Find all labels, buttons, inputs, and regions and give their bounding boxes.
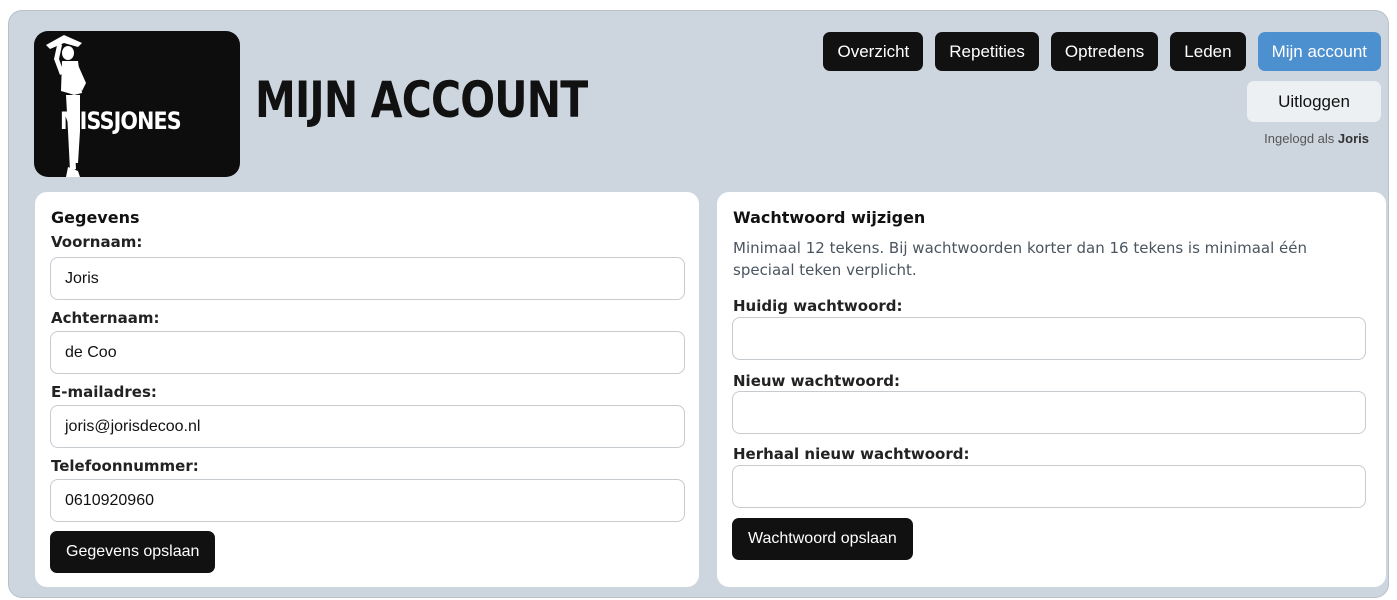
last-name-label: Achternaam:: [51, 309, 160, 327]
woman-silhouette-icon: [46, 35, 86, 177]
password-help-text: Minimaal 12 tekens. Bij wachtwoorden kor…: [733, 239, 1308, 279]
password-card: Wachtwoord wijzigen Minimaal 12 tekens. …: [717, 192, 1386, 587]
current-password-input[interactable]: [732, 317, 1366, 360]
logout-button[interactable]: Uitloggen: [1247, 81, 1381, 122]
phone-label: Telefoonnummer:: [51, 457, 199, 475]
details-title: Gegevens: [51, 208, 140, 227]
save-details-button[interactable]: Gegevens opslaan: [50, 531, 216, 573]
password-title: Wachtwoord wijzigen: [733, 208, 926, 227]
missjones-logo[interactable]: MISSJONES: [34, 31, 240, 177]
details-card: Gegevens Voornaam: Joris Achternaam: de …: [35, 192, 699, 587]
save-password-button[interactable]: Wachtwoord opslaan: [732, 518, 913, 560]
nav-repetities[interactable]: Repetities: [935, 32, 1039, 71]
nav-mijn-account[interactable]: Mijn account: [1257, 32, 1381, 71]
email-input[interactable]: joris@jorisdecoo.nl: [50, 405, 685, 448]
nav-optredens[interactable]: Optredens: [1050, 32, 1159, 71]
current-password-label: Huidig wachtwoord:: [733, 297, 903, 315]
main-nav: Overzicht Repetities Optredens Leden Mij…: [823, 32, 1381, 71]
nav-leden[interactable]: Leden: [1170, 32, 1246, 71]
repeat-password-input[interactable]: [732, 465, 1366, 508]
repeat-password-label: Herhaal nieuw wachtwoord:: [733, 445, 970, 463]
logged-in-info: Ingelogd als Joris: [1264, 131, 1369, 146]
page-frame: MISSJONES MIJN ACCOUNT Overzicht Repetit…: [8, 10, 1389, 598]
first-name-label: Voornaam:: [51, 233, 143, 251]
logged-in-prefix: Ingelogd als: [1264, 131, 1335, 146]
phone-input[interactable]: 0610920960: [50, 479, 685, 522]
nav-overzicht[interactable]: Overzicht: [823, 32, 924, 71]
logo-text: MISSJONES: [60, 107, 182, 135]
last-name-input[interactable]: de Coo: [50, 331, 685, 374]
first-name-input[interactable]: Joris: [50, 257, 685, 300]
page-title: MIJN ACCOUNT: [255, 71, 588, 129]
new-password-label: Nieuw wachtwoord:: [733, 372, 900, 390]
logged-in-user: Joris: [1337, 131, 1369, 146]
new-password-input[interactable]: [732, 391, 1366, 434]
email-label: E-mailadres:: [51, 383, 157, 401]
